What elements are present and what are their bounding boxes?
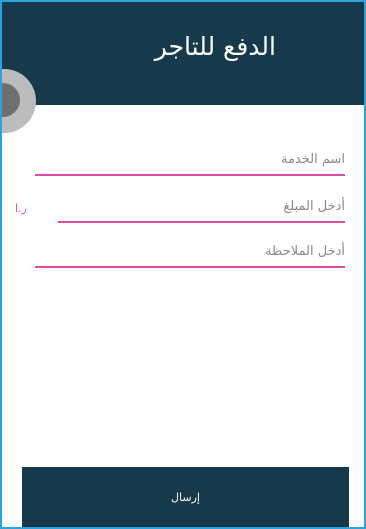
service-name-field[interactable]: اسم الخدمة [35,152,345,178]
page-title: الدفع للتاجر [154,32,276,61]
app-frame: الدفع للتاجر اسم الخدمة أدخل المبلغ ر.ا … [0,0,366,529]
note-field[interactable]: أدخل الملاحظة [35,244,345,270]
note-label: أدخل الملاحظة [265,244,345,259]
amount-label: أدخل المبلغ [283,199,345,214]
service-name-underline [35,174,345,176]
app-header: الدفع للتاجر [2,2,364,105]
currency-label: ر.ا [15,202,27,215]
amount-field[interactable]: أدخل المبلغ [58,199,345,225]
submit-button[interactable]: إرسال [22,467,349,527]
amount-underline [58,221,345,223]
service-name-label: اسم الخدمة [280,152,345,167]
note-underline [35,266,345,268]
